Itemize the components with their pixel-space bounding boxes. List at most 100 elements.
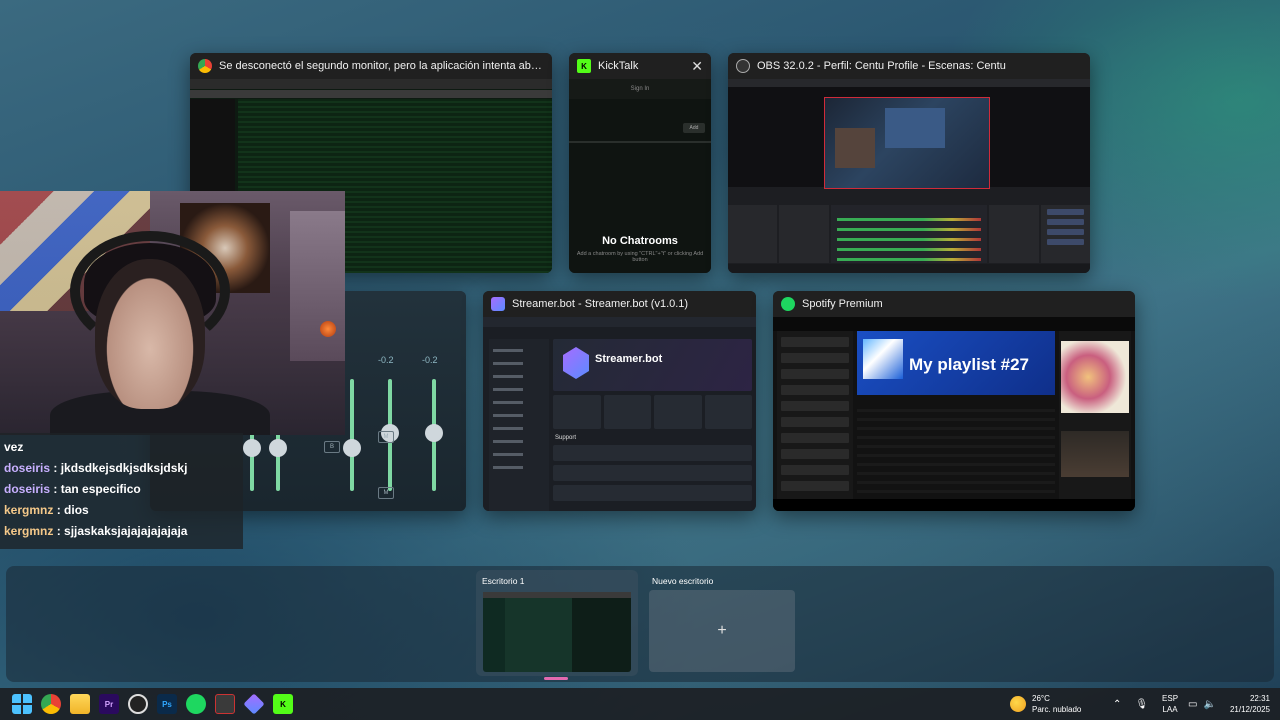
chrome-window-titlebar[interactable]: Se desconectó el segundo monitor, pero l… <box>190 53 552 79</box>
new-desktop[interactable]: Nuevo escritorio + <box>646 570 802 676</box>
language-code: ESP <box>1162 694 1179 703</box>
obs-icon[interactable] <box>128 694 148 714</box>
obs-window[interactable]: OBS 32.0.2 - Perfil: Centu Profile - Esc… <box>728 53 1090 273</box>
chevron-up-icon[interactable]: ⌃ <box>1113 699 1121 710</box>
close-icon[interactable]: ✕ <box>691 58 703 75</box>
kicktalk-window-titlebar[interactable]: K KickTalk ✕ <box>569 53 711 79</box>
obs-window-title: OBS 32.0.2 - Perfil: Centu Profile - Esc… <box>757 60 1006 72</box>
obs-controls-panel <box>1040 205 1090 263</box>
system-tray: ⌃ 🎙 ESP LAA ▭ 🔈 22:31 21/12/2025 <box>1113 688 1270 720</box>
premiere-icon[interactable]: Pr <box>99 694 119 714</box>
kicktalk-sign-in: Sign In <box>630 86 650 92</box>
playlist-cover <box>863 339 903 379</box>
chat-username: doseiris <box>4 482 51 496</box>
microphone-icon[interactable]: 🎙 <box>1135 699 1148 710</box>
spotify-playlist-title: My playlist #27 <box>909 355 1030 374</box>
spotify-window[interactable]: Spotify Premium My playlist #27 <box>773 291 1135 511</box>
mixer-bus-button: B <box>324 441 340 453</box>
spotify-window-titlebar[interactable]: Spotify Premium <box>773 291 1135 317</box>
spotify-icon[interactable] <box>186 694 206 714</box>
kicktalk-window-title: KickTalk <box>598 60 639 72</box>
mixer-mute-button: M <box>378 431 394 443</box>
kicktalk-window[interactable]: K KickTalk ✕ Sign In Add No Chatrooms Ad… <box>569 53 711 273</box>
weather-desc: Parc. nublado <box>1032 705 1082 714</box>
chat-line: doseiris : tan especifico <box>4 479 239 500</box>
spotify-track-list <box>857 403 1055 499</box>
kicktalk-empty-hint: Add a chatroom by using "CTRL"+"t" or cl… <box>576 251 704 263</box>
streamerbot-window-titlebar[interactable]: Streamer.bot - Streamer.bot (v1.0.1) <box>483 291 756 317</box>
chat-message: : sjjaskaksjajajajajajaja <box>56 524 188 538</box>
language-indicator[interactable]: ESP LAA <box>1162 693 1178 715</box>
chat-username: kergmnz <box>4 524 54 538</box>
streamerbot-support-heading: Support <box>555 435 577 441</box>
streamerbot-icon[interactable] <box>243 693 265 715</box>
windows-start-icon[interactable] <box>12 694 32 714</box>
active-desktop-indicator <box>544 677 568 680</box>
clock[interactable]: 22:31 21/12/2025 <box>1230 693 1270 715</box>
streamerbot-window[interactable]: Streamer.bot - Streamer.bot (v1.0.1) Str… <box>483 291 756 511</box>
add-desktop-button[interactable]: + <box>649 590 795 672</box>
obs-window-thumbnail <box>728 79 1090 273</box>
chat-line: kergmnz : sjjaskaksjajajajajajaja <box>4 521 239 542</box>
kicktalk-empty-title: No Chatrooms <box>602 235 678 247</box>
streamerbot-hero: Streamer.bot <box>553 339 752 391</box>
obs-transitions-panel <box>989 205 1039 263</box>
obs-window-titlebar[interactable]: OBS 32.0.2 - Perfil: Centu Profile - Esc… <box>728 53 1090 79</box>
obs-scenes-panel <box>728 205 778 263</box>
taskbar: Pr Ps K 26°C Parc. nublado ⌃ 🎙 ESP LAA ▭… <box>0 688 1280 720</box>
chat-username: kergmnz <box>4 503 54 517</box>
kicktalk-window-thumbnail: Sign In Add No Chatrooms Add a chatroom … <box>569 79 711 273</box>
spotify-icon <box>781 297 795 311</box>
clock-date: 21/12/2025 <box>1229 705 1270 714</box>
streamerbot-brand: Streamer.bot <box>595 353 663 365</box>
new-desktop-label: Nuevo escritorio <box>652 576 714 586</box>
clock-time: 22:31 <box>1249 694 1270 703</box>
network-icon[interactable]: ▭ <box>1188 699 1197 710</box>
chat-line: kergmnz : dios <box>4 500 239 521</box>
chat-line: vez <box>4 440 24 454</box>
mixer-level-b: -0.2 <box>422 355 438 365</box>
chrome-window-title: Se desconectó el segundo monitor, pero l… <box>219 60 544 72</box>
obs-docks <box>728 205 1090 263</box>
chat-message: : tan especifico <box>53 482 141 496</box>
streamerbot-logo-icon <box>563 347 589 379</box>
obs-icon <box>736 59 750 73</box>
mixer-strip: -0.2 <box>422 319 446 501</box>
streamdeck-icon[interactable] <box>215 694 235 714</box>
obs-sources-panel <box>779 205 829 263</box>
webcam-overlay <box>0 191 345 435</box>
file-explorer-icon[interactable] <box>70 694 90 714</box>
streamerbot-icon <box>491 297 505 311</box>
keyboard-layout: LAA <box>1162 705 1178 714</box>
desktop-1-preview <box>483 592 631 672</box>
spotify-library <box>777 331 853 499</box>
spotify-playlist-header: My playlist #27 <box>857 331 1055 395</box>
streamerbot-sidebar <box>489 339 549 511</box>
streamerbot-window-title: Streamer.bot - Streamer.bot (v1.0.1) <box>512 298 689 310</box>
mixer-level-a: -0.2 <box>378 355 394 365</box>
spotify-player-bar <box>773 499 1135 511</box>
streamer-face <box>95 259 205 409</box>
kicktalk-add-button: Add <box>683 123 705 133</box>
obs-canvas <box>728 87 1090 189</box>
kicktalk-icon[interactable]: K <box>273 694 293 714</box>
desktop-1[interactable]: Escritorio 1 <box>476 570 638 680</box>
spotify-now-playing <box>1059 331 1131 499</box>
obs-status-bar <box>728 264 1090 273</box>
chat-message: : dios <box>56 503 89 517</box>
obs-audio-mixer <box>830 205 988 263</box>
weather-widget[interactable]: 26°C Parc. nublado <box>1010 691 1081 717</box>
photoshop-icon[interactable]: Ps <box>157 694 177 714</box>
chat-overlay: vez doseiris : jkdsdkejsdkjsdksjdskj dos… <box>0 433 243 549</box>
streamerbot-window-thumbnail: Streamer.bot Support <box>483 317 756 511</box>
weather-icon <box>1010 696 1026 712</box>
kicktalk-icon: K <box>577 59 591 73</box>
chrome-icon[interactable] <box>41 694 61 714</box>
chrome-icon <box>198 59 212 73</box>
spotify-window-title: Spotify Premium <box>802 298 883 310</box>
mixer-strip: -0.2 <box>378 319 402 501</box>
chat-message: : jkdsdkejsdkjsdksjdskj <box>53 461 188 475</box>
volume-icon[interactable]: 🔈 <box>1204 699 1216 710</box>
chat-line: doseiris : jkdsdkejsdkjsdksjdskj <box>4 458 239 479</box>
spotify-window-thumbnail: My playlist #27 <box>773 317 1135 511</box>
